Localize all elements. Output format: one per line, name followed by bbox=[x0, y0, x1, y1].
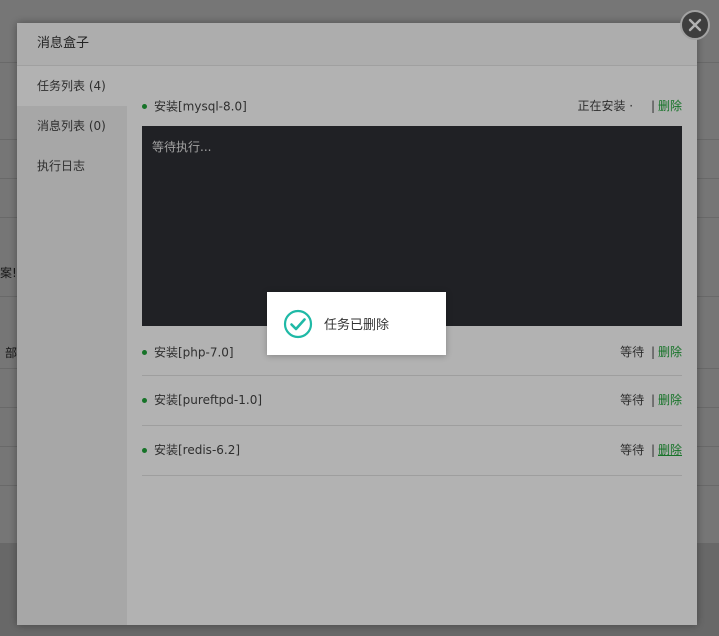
task-row-current: 安装[mysql-8.0] 正在安装 · | 删除 bbox=[142, 86, 682, 126]
toast-message: 任务已删除 bbox=[324, 318, 390, 333]
separator: | bbox=[650, 443, 655, 457]
console-text: 等待执行... bbox=[152, 140, 212, 154]
delete-link[interactable]: 删除 bbox=[658, 443, 682, 457]
task-name: 安装[php-7.0] bbox=[154, 345, 234, 360]
task-status: 等待 bbox=[620, 345, 645, 359]
task-row: 安装[pureftpd-1.0] 等待 | 删除 bbox=[142, 376, 682, 426]
close-button[interactable] bbox=[680, 10, 710, 40]
task-status: 等待 bbox=[620, 393, 645, 407]
check-circle-icon bbox=[283, 309, 313, 339]
task-name: 安装[redis-6.2] bbox=[154, 443, 241, 457]
delete-link[interactable]: 删除 bbox=[658, 345, 682, 359]
task-name: 安装[pureftpd-1.0] bbox=[154, 393, 263, 407]
status-dot bbox=[142, 448, 147, 453]
toast-notification: 任务已删除 bbox=[267, 292, 446, 355]
sidebar-item-execution-log[interactable]: 执行日志 bbox=[17, 146, 127, 186]
status-dot bbox=[142, 104, 147, 109]
task-actions: 等待 | 删除 bbox=[620, 426, 682, 475]
delete-link[interactable]: 删除 bbox=[658, 99, 682, 113]
task-name: 安装[mysql-8.0] bbox=[154, 99, 247, 114]
task-actions: 等待 | 删除 bbox=[620, 326, 682, 378]
delete-link[interactable]: 删除 bbox=[658, 393, 682, 407]
task-status: 等待 bbox=[620, 443, 645, 457]
task-list-panel: 安装[mysql-8.0] 正在安装 · | 删除 等待执行... 安装[php-… bbox=[142, 86, 682, 476]
dialog-sidebar: 任务列表 (4) 消息列表 (0) 执行日志 bbox=[17, 66, 127, 625]
task-actions: 等待 | 删除 bbox=[620, 376, 682, 425]
close-icon bbox=[688, 18, 702, 32]
status-dot bbox=[142, 350, 147, 355]
dialog-title: 消息盒子 bbox=[17, 23, 697, 66]
sidebar-item-message-list[interactable]: 消息列表 (0) bbox=[17, 106, 127, 146]
separator: | bbox=[650, 345, 655, 359]
status-dot bbox=[142, 398, 147, 403]
task-status: 正在安装 · bbox=[577, 99, 634, 113]
sidebar-item-task-list[interactable]: 任务列表 (4) bbox=[17, 66, 127, 106]
task-row: 安装[redis-6.2] 等待 | 删除 bbox=[142, 426, 682, 476]
task-actions: 正在安装 · | 删除 bbox=[577, 86, 682, 126]
separator: | bbox=[650, 393, 655, 407]
separator: | bbox=[650, 99, 655, 113]
